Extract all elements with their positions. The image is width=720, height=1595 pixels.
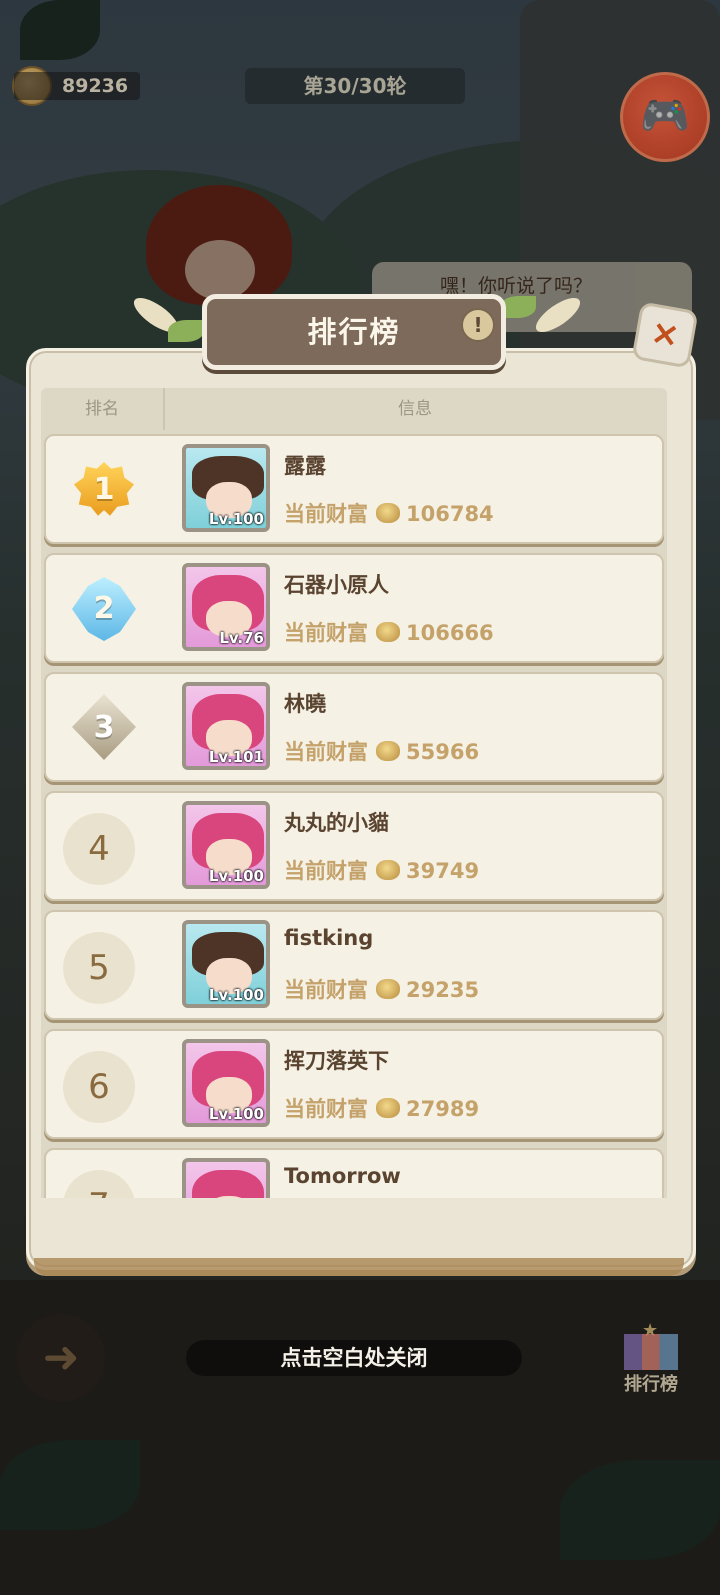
wealth-value: 106666 xyxy=(406,621,494,645)
player-level: Lv.100 xyxy=(208,986,264,1004)
wealth-value: 39749 xyxy=(406,859,480,883)
player-level: Lv.101 xyxy=(208,748,264,766)
player-level: Lv.100 xyxy=(208,1105,264,1123)
player-name: Tomorrow xyxy=(284,1164,401,1188)
bronze-medal-icon: 3 xyxy=(64,692,144,764)
leaderboard-row[interactable]: 7 Tomorrow xyxy=(44,1148,664,1198)
player-level: Lv.100 xyxy=(208,867,264,885)
rank-number: 3 xyxy=(93,710,115,745)
gamepad-icon: 🎮 xyxy=(640,93,690,139)
player-wealth: 当前财富 29235 xyxy=(284,974,479,1004)
coin-icon xyxy=(376,622,400,642)
player-avatar[interactable]: Lv.100 xyxy=(182,1039,270,1127)
coin-icon xyxy=(376,741,400,761)
header-rank: 排名 xyxy=(41,388,165,430)
wealth-label: 当前财富 xyxy=(284,621,368,645)
table-header: 排名 信息 xyxy=(41,388,667,432)
wealth-label: 当前财富 xyxy=(284,859,368,883)
coin-icon xyxy=(376,979,400,999)
player-name: fistking xyxy=(284,926,374,950)
podium-icon xyxy=(624,1334,678,1370)
silver-medal-icon: 2 xyxy=(64,573,144,645)
rank-number: 5 xyxy=(63,932,135,1004)
info-icon[interactable]: ! xyxy=(461,308,495,342)
wealth-label: 当前财富 xyxy=(284,1097,368,1121)
player-avatar[interactable] xyxy=(182,1158,270,1198)
player-name: 石器小原人 xyxy=(284,573,389,597)
coin-icon xyxy=(376,503,400,523)
back-button[interactable]: ➜ xyxy=(17,1314,105,1402)
wealth-label: 当前财富 xyxy=(284,502,368,526)
wealth-value: 55966 xyxy=(406,740,480,764)
wealth-value: 106784 xyxy=(406,502,494,526)
player-wealth: 当前财富 39749 xyxy=(284,855,479,885)
leaderboard-row[interactable]: 5 Lv.100 fistking 当前财富 29235 xyxy=(44,910,664,1020)
player-avatar[interactable]: Lv.100 xyxy=(182,801,270,889)
player-name: 林曉 xyxy=(284,692,326,716)
player-wealth: 当前财富 106666 xyxy=(284,617,494,647)
panel-title: 排行榜 xyxy=(307,315,401,349)
leaderboard-list[interactable]: 1 Lv.100 露露 当前财富 106784 2 Lv.76 石器小原人 当前财… xyxy=(41,430,667,1198)
leaderboard-entry-button[interactable]: ★ 排行榜 xyxy=(618,1320,684,1400)
player-name: 丸丸的小貓 xyxy=(284,811,389,835)
wealth-label: 当前财富 xyxy=(284,740,368,764)
player-wealth: 当前财富 27989 xyxy=(284,1093,479,1123)
wealth-label: 当前财富 xyxy=(284,978,368,1002)
player-avatar[interactable]: Lv.101 xyxy=(182,682,270,770)
player-avatar[interactable]: Lv.100 xyxy=(182,920,270,1008)
header-info: 信息 xyxy=(398,399,432,419)
leaderboard-row[interactable]: 4 Lv.100 丸丸的小貓 当前财富 39749 xyxy=(44,791,664,901)
close-button[interactable]: × xyxy=(631,301,699,369)
leaderboard-entry-label: 排行榜 xyxy=(624,1374,678,1395)
rank-number: 1 xyxy=(93,472,115,507)
gold-medal-icon: 1 xyxy=(64,454,144,526)
player-avatar[interactable]: Lv.76 xyxy=(182,563,270,651)
rank-number: 4 xyxy=(63,813,135,885)
player-wealth: 当前财富 106784 xyxy=(284,498,494,528)
player-name: 挥刀落英下 xyxy=(284,1049,389,1073)
currency-counter: 89236 xyxy=(14,72,140,100)
player-name: 露露 xyxy=(284,454,326,478)
panel-title-plate: 排行榜 xyxy=(202,294,506,370)
wealth-value: 29235 xyxy=(406,978,480,1002)
player-level: Lv.76 xyxy=(219,629,264,647)
close-hint[interactable]: 点击空白处关闭 xyxy=(186,1340,522,1376)
leaderboard-row[interactable]: 1 Lv.100 露露 当前财富 106784 xyxy=(44,434,664,544)
player-avatar[interactable]: Lv.100 xyxy=(182,444,270,532)
back-arrow-icon: ➜ xyxy=(42,1332,80,1383)
player-wealth: 当前财富 55966 xyxy=(284,736,479,766)
rank-number: 7 xyxy=(63,1170,135,1198)
panel-base-shadow xyxy=(34,1258,684,1276)
round-indicator: 第30/30轮 xyxy=(245,68,465,104)
rank-number: 2 xyxy=(93,591,115,626)
leaderboard-row[interactable]: 2 Lv.76 石器小原人 当前财富 106666 xyxy=(44,553,664,663)
leaf-decoration-icon xyxy=(168,320,204,342)
wealth-value: 27989 xyxy=(406,1097,480,1121)
player-level: Lv.100 xyxy=(208,510,264,528)
leaderboard-row[interactable]: 3 Lv.101 林曉 当前财富 55966 xyxy=(44,672,664,782)
coin-icon xyxy=(376,1098,400,1118)
gamepad-button[interactable]: 🎮 xyxy=(620,72,710,162)
coin-icon xyxy=(376,860,400,880)
rank-number: 6 xyxy=(63,1051,135,1123)
leaderboard-row[interactable]: 6 Lv.100 挥刀落英下 当前财富 27989 xyxy=(44,1029,664,1139)
